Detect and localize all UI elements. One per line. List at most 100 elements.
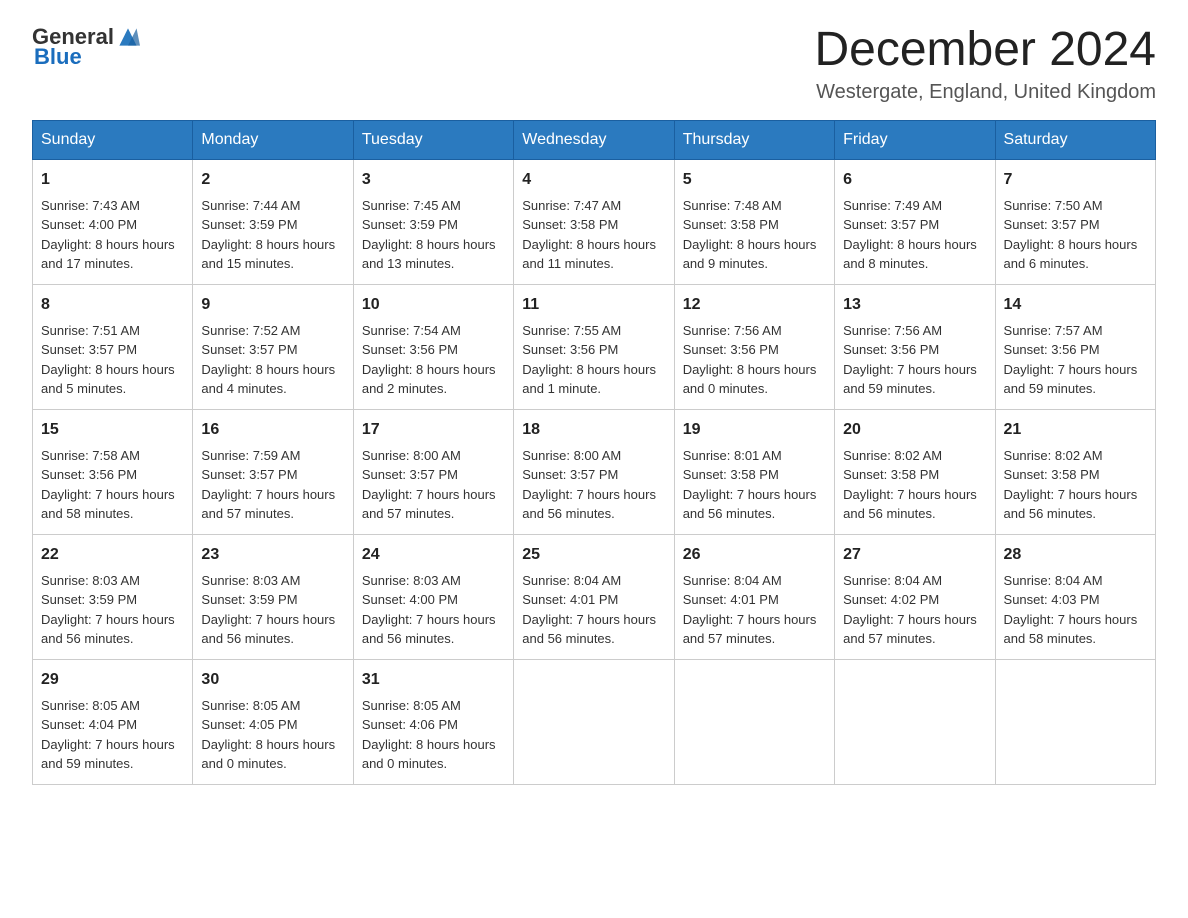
calendar-week-row: 8Sunrise: 7:51 AMSunset: 3:57 PMDaylight… [33,284,1156,409]
calendar-cell: 5Sunrise: 7:48 AMSunset: 3:58 PMDaylight… [674,159,834,284]
calendar-cell: 27Sunrise: 8:04 AMSunset: 4:02 PMDayligh… [835,534,995,659]
sunset-text: Sunset: 3:57 PM [522,465,665,485]
sunset-text: Sunset: 4:04 PM [41,715,184,735]
daylight-text: Daylight: 8 hours hours [522,360,665,380]
daylight-minutes-text: and 56 minutes. [683,504,826,524]
sunset-text: Sunset: 3:58 PM [522,215,665,235]
daylight-text: Daylight: 7 hours hours [362,610,505,630]
daylight-minutes-text: and 56 minutes. [41,629,184,649]
calendar-cell [995,659,1155,784]
calendar-cell: 2Sunrise: 7:44 AMSunset: 3:59 PMDaylight… [193,159,353,284]
location-text: Westergate, England, United Kingdom [814,81,1156,104]
sunrise-text: Sunrise: 7:52 AM [201,321,344,341]
daylight-text: Daylight: 8 hours hours [683,360,826,380]
day-of-week-header: Monday [193,120,353,159]
logo-icon [116,25,140,49]
day-number: 29 [41,668,184,692]
calendar-cell: 18Sunrise: 8:00 AMSunset: 3:57 PMDayligh… [514,409,674,534]
sunrise-text: Sunrise: 8:04 AM [1004,571,1147,591]
day-number: 16 [201,418,344,442]
day-number: 9 [201,293,344,317]
daylight-text: Daylight: 7 hours hours [362,485,505,505]
sunset-text: Sunset: 3:59 PM [201,590,344,610]
sunset-text: Sunset: 3:57 PM [843,215,986,235]
day-number: 26 [683,543,826,567]
day-number: 5 [683,168,826,192]
sunrise-text: Sunrise: 7:48 AM [683,196,826,216]
sunrise-text: Sunrise: 8:03 AM [201,571,344,591]
day-number: 7 [1004,168,1147,192]
calendar-cell: 31Sunrise: 8:05 AMSunset: 4:06 PMDayligh… [353,659,513,784]
daylight-text: Daylight: 8 hours hours [843,235,986,255]
sunset-text: Sunset: 3:56 PM [1004,340,1147,360]
day-of-week-header: Thursday [674,120,834,159]
daylight-text: Daylight: 7 hours hours [1004,485,1147,505]
sunrise-text: Sunrise: 8:04 AM [522,571,665,591]
sunset-text: Sunset: 3:57 PM [41,340,184,360]
calendar-cell [674,659,834,784]
daylight-text: Daylight: 7 hours hours [41,610,184,630]
calendar-cell: 23Sunrise: 8:03 AMSunset: 3:59 PMDayligh… [193,534,353,659]
day-of-week-header: Saturday [995,120,1155,159]
daylight-text: Daylight: 8 hours hours [41,235,184,255]
calendar-cell: 30Sunrise: 8:05 AMSunset: 4:05 PMDayligh… [193,659,353,784]
calendar-week-row: 1Sunrise: 7:43 AMSunset: 4:00 PMDaylight… [33,159,1156,284]
sunset-text: Sunset: 3:57 PM [201,340,344,360]
calendar-cell [514,659,674,784]
daylight-text: Daylight: 7 hours hours [843,360,986,380]
calendar-cell: 19Sunrise: 8:01 AMSunset: 3:58 PMDayligh… [674,409,834,534]
sunset-text: Sunset: 3:59 PM [41,590,184,610]
daylight-minutes-text: and 9 minutes. [683,254,826,274]
calendar-cell: 15Sunrise: 7:58 AMSunset: 3:56 PMDayligh… [33,409,193,534]
sunset-text: Sunset: 4:01 PM [522,590,665,610]
daylight-minutes-text: and 56 minutes. [201,629,344,649]
daylight-text: Daylight: 8 hours hours [683,235,826,255]
sunset-text: Sunset: 3:58 PM [683,465,826,485]
daylight-text: Daylight: 7 hours hours [683,485,826,505]
calendar-week-row: 15Sunrise: 7:58 AMSunset: 3:56 PMDayligh… [33,409,1156,534]
daylight-minutes-text: and 56 minutes. [1004,504,1147,524]
daylight-text: Daylight: 8 hours hours [41,360,184,380]
sunrise-text: Sunrise: 7:47 AM [522,196,665,216]
calendar-cell: 8Sunrise: 7:51 AMSunset: 3:57 PMDaylight… [33,284,193,409]
sunrise-text: Sunrise: 7:50 AM [1004,196,1147,216]
sunset-text: Sunset: 3:57 PM [1004,215,1147,235]
daylight-minutes-text: and 56 minutes. [522,629,665,649]
calendar-cell: 16Sunrise: 7:59 AMSunset: 3:57 PMDayligh… [193,409,353,534]
daylight-text: Daylight: 8 hours hours [522,235,665,255]
daylight-text: Daylight: 7 hours hours [522,610,665,630]
day-number: 27 [843,543,986,567]
day-of-week-header: Wednesday [514,120,674,159]
sunrise-text: Sunrise: 8:00 AM [522,446,665,466]
daylight-minutes-text: and 2 minutes. [362,379,505,399]
sunrise-text: Sunrise: 8:05 AM [201,696,344,716]
calendar-cell: 25 Sunrise: 8:04 AMSunset: 4:01 PMDayligh… [514,534,674,659]
calendar-cell [835,659,995,784]
calendar-cell: 12Sunrise: 7:56 AMSunset: 3:56 PMDayligh… [674,284,834,409]
daylight-minutes-text: and 56 minutes. [843,504,986,524]
calendar-cell: 9Sunrise: 7:52 AMSunset: 3:57 PMDaylight… [193,284,353,409]
month-title: December 2024 [814,24,1156,77]
daylight-minutes-text: and 57 minutes. [362,504,505,524]
day-number: 14 [1004,293,1147,317]
sunrise-text: Sunrise: 8:00 AM [362,446,505,466]
sunrise-text: Sunrise: 7:49 AM [843,196,986,216]
day-number: 12 [683,293,826,317]
sunrise-text: Sunrise: 7:43 AM [41,196,184,216]
sunset-text: Sunset: 3:56 PM [522,340,665,360]
page-header: General Blue December 2024 Westergate, E… [32,24,1156,104]
daylight-text: Daylight: 8 hours hours [201,735,344,755]
calendar-cell: 28Sunrise: 8:04 AMSunset: 4:03 PMDayligh… [995,534,1155,659]
daylight-minutes-text: and 57 minutes. [201,504,344,524]
calendar-cell: 7 Sunrise: 7:50 AMSunset: 3:57 PMDaylight… [995,159,1155,284]
day-number: 10 [362,293,505,317]
daylight-text: Daylight: 8 hours hours [1004,235,1147,255]
daylight-text: Daylight: 7 hours hours [843,610,986,630]
daylight-text: Daylight: 7 hours hours [522,485,665,505]
daylight-text: Daylight: 7 hours hours [1004,610,1147,630]
day-number: 24 [362,543,505,567]
sunrise-text: Sunrise: 7:59 AM [201,446,344,466]
daylight-minutes-text: and 0 minutes. [683,379,826,399]
day-number: 25 [522,543,665,567]
sunrise-text: Sunrise: 8:02 AM [1004,446,1147,466]
